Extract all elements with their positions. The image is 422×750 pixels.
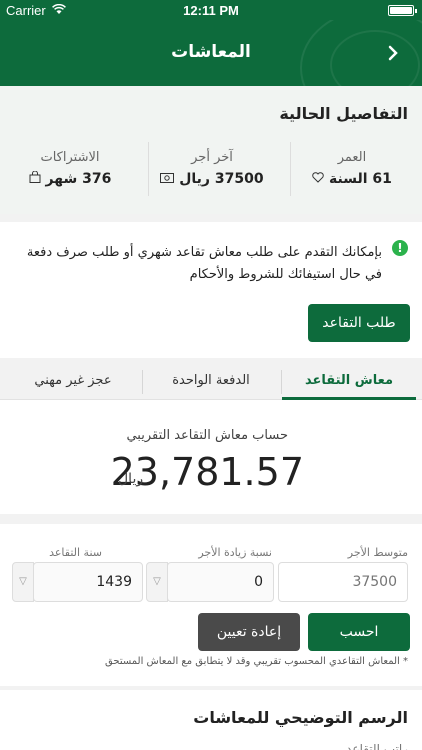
divider: [148, 142, 149, 196]
chevron-down-icon[interactable]: ▽: [146, 562, 168, 602]
age-value: 61 السنة: [282, 171, 422, 187]
tab-bar: معاش التقاعد الدفعة الواحدة عجز غير مهني: [0, 364, 422, 400]
tab-retirement-pension[interactable]: معاش التقاعد: [282, 364, 416, 400]
retire-year-select[interactable]: 1439: [33, 562, 143, 602]
calculate-button[interactable]: احسب: [308, 613, 410, 651]
raise-rate-select[interactable]: 0: [167, 562, 274, 602]
divider: [290, 142, 291, 196]
money-icon: [160, 173, 175, 183]
tab-non-occupational-disability[interactable]: عجز غير مهني: [4, 364, 142, 400]
raise-rate-label: نسبة زيادة الأجر: [198, 546, 272, 559]
currency-label: ريال: [118, 471, 144, 487]
avg-salary-label: متوسط الأجر: [347, 546, 408, 559]
back-chevron-icon[interactable]: [384, 44, 402, 62]
chevron-down-icon[interactable]: ▽: [12, 562, 34, 602]
divider: [142, 370, 143, 394]
retire-year-label: سنة التقاعد: [49, 546, 102, 559]
last-salary-value: 37500 ريال: [142, 171, 282, 187]
disclaimer-note: * المعاش التقاعدي المحسوب تقريبي وقد لا …: [105, 656, 408, 667]
battery-icon: [388, 5, 417, 16]
subscriptions-stat: الاشتراكات 376 شهر: [0, 150, 140, 187]
avg-salary-field[interactable]: [278, 562, 408, 602]
tab-lump-sum[interactable]: الدفعة الواحدة: [142, 364, 280, 400]
pension-chart-section: الرسم التوضيحي للمعاشات راتب التقاعد: [0, 690, 422, 750]
retirement-notice: ! بإمكانك التقدم على طلب معاش تقاعد شهري…: [0, 222, 422, 358]
subscriptions-value: 376 شهر: [0, 170, 140, 187]
chart-subtitle: راتب التقاعد: [346, 742, 408, 750]
bag-icon: [29, 170, 41, 183]
estimate-label: حساب معاش التقاعد التقريبي: [126, 428, 288, 443]
page-title: المعاشات: [171, 42, 251, 62]
divider: [281, 370, 282, 394]
clock: 12:11 PM: [183, 3, 239, 18]
navigation-bar: المعاشات: [0, 20, 422, 86]
request-retirement-button[interactable]: طلب التقاعد: [308, 304, 410, 342]
reset-button[interactable]: إعادة تعيين: [198, 613, 300, 651]
pension-estimate: حساب معاش التقاعد التقريبي 23,781.57 ريا…: [0, 400, 422, 514]
section-heading: التفاصيل الحالية: [279, 104, 408, 123]
status-bar: Carrier 12:11 PM: [0, 0, 422, 20]
info-icon: !: [392, 240, 408, 256]
age-label: العمر: [337, 150, 367, 165]
notice-text: بإمكانك التقدم على طلب معاش تقاعد شهري أ…: [26, 245, 382, 282]
last-salary-label: آخر أجر: [191, 150, 233, 165]
last-salary-stat: آخر أجر 37500 ريال: [142, 150, 282, 187]
calculator-form: متوسط الأجر نسبة زيادة الأجر ▽ 0 سنة الت…: [0, 524, 422, 686]
age-stat: العمر 61 السنة: [282, 150, 422, 187]
chart-heading: الرسم التوضيحي للمعاشات: [193, 708, 408, 727]
heart-icon: [312, 172, 324, 183]
subscriptions-label: الاشتراكات: [40, 150, 100, 165]
